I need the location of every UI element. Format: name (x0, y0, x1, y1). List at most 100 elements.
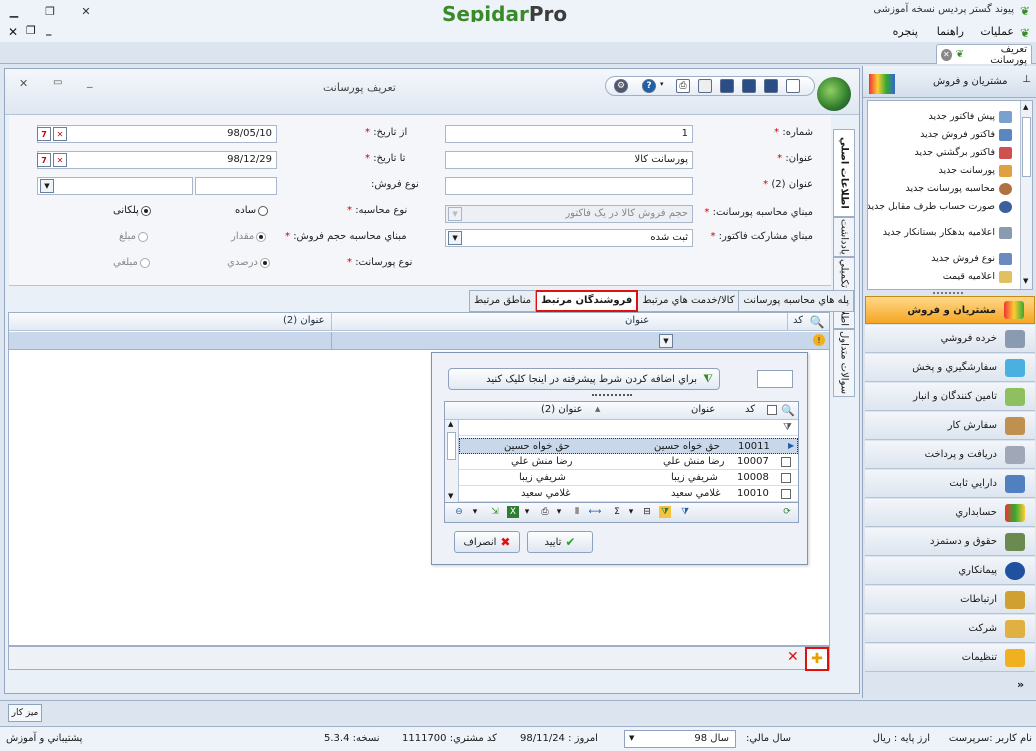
search-icon[interactable]: 🔍 (809, 314, 825, 330)
list-item[interactable]: 10010 غلامي سعيد غلامي سعيد (459, 486, 798, 502)
clear-icon[interactable]: ✕ (53, 127, 67, 141)
module-company[interactable]: شرکت (865, 615, 1035, 643)
sale-type-code-input[interactable] (195, 177, 277, 195)
list-item[interactable]: 10008 شريفي زيبا شريفي زيبا (459, 470, 798, 486)
popup-col-title2[interactable]: عنوان (2) (541, 404, 583, 415)
restore-icon[interactable]: ❐ (42, 4, 58, 18)
close-icon[interactable]: ✕ (78, 4, 94, 18)
scroll-down-icon[interactable]: ▼ (448, 492, 453, 500)
quick-new-debit-credit[interactable]: اعلاميه بدهکار بستانکار جديد (868, 227, 1012, 239)
mdi-minimize-icon[interactable]: _ (46, 23, 52, 36)
advanced-filter-button[interactable]: ⧩ براي اضافه کردن شرط پيشرفته در اينجا ک… (448, 368, 720, 390)
row-checkbox[interactable] (781, 457, 791, 467)
dropdown-icon[interactable]: ▾ (625, 506, 637, 518)
popup-col-title[interactable]: عنوان (691, 404, 715, 415)
module-fixed-assets[interactable]: دارايي ثابت (865, 470, 1035, 498)
print-icon[interactable]: ⎙ (676, 79, 690, 93)
chevron-down-icon[interactable]: ▼ (40, 179, 54, 193)
add-row-icon[interactable]: ✚ (805, 647, 829, 671)
quick-new-sales-invoice[interactable]: فاکتور فروش جديد (868, 129, 1012, 141)
doc-close-icon[interactable]: ✕ (19, 77, 28, 90)
print-icon[interactable]: ⎙ (539, 506, 551, 518)
menu-help[interactable]: راهنما (937, 25, 964, 38)
cancel-button[interactable]: ✖ انصراف (454, 531, 520, 553)
group-icon[interactable]: ⊟ (641, 506, 653, 518)
calendar-icon[interactable]: 7 (37, 127, 51, 141)
tab-related-sellers[interactable]: فروشندگان مرتبط (535, 290, 639, 312)
clear-icon[interactable]: ✕ (53, 153, 67, 167)
fiscal-year-select[interactable]: سال 98 ▼ (624, 730, 736, 748)
list-item[interactable]: 10007 رضا منش علي رضا منش علي (459, 454, 798, 470)
scroll-up-icon[interactable]: ▲ (448, 420, 453, 428)
quick-price-notice[interactable]: اعلاميه قيمت (868, 271, 1012, 283)
module-retail[interactable]: خرده فروشي (865, 325, 1035, 353)
tab-related-items[interactable]: کالا/خدمت هاي مرتبط (637, 290, 740, 312)
filter-icon[interactable]: ⧩ (783, 422, 792, 433)
calendar-icon[interactable]: 7 (37, 153, 51, 167)
side-tab-main-info[interactable]: اطلاعات اصلي (833, 129, 855, 217)
title-input[interactable]: پورسانت کالا (445, 151, 693, 169)
desktop-button[interactable]: ميز کار (8, 704, 42, 722)
expand-icon[interactable]: » (1017, 678, 1024, 691)
splitter[interactable] (933, 292, 963, 295)
side-tab-faq[interactable]: سوالات متداول (833, 329, 855, 397)
filter-row-icon[interactable]: ⧩ (659, 506, 671, 518)
quick-new-sale-type[interactable]: نوع فروش جديد (868, 253, 1012, 265)
commission-amount-radio[interactable]: مبلغي (113, 257, 150, 268)
tab-related-regions[interactable]: مناطق مرتبط (469, 290, 537, 312)
module-settings[interactable]: تنظيمات (865, 644, 1035, 672)
popup-col-code[interactable]: کد (745, 404, 755, 415)
dropdown-icon[interactable]: ▾ (553, 506, 565, 518)
mdi-close-icon[interactable]: ✕ (8, 25, 18, 39)
from-date-input[interactable]: 98/05/10 (37, 125, 277, 143)
quick-new-commission-calc[interactable]: محاسبه پورسانت جديد (868, 183, 1012, 195)
menu-window[interactable]: پنجره (893, 25, 918, 38)
module-accounting[interactable]: حسابداري (865, 499, 1035, 527)
dropdown-icon[interactable]: ▾ (469, 506, 481, 518)
splitter[interactable] (592, 394, 632, 397)
title2-input[interactable] (445, 177, 693, 195)
save-new-icon[interactable] (742, 79, 756, 93)
popup-grid-scrollbar[interactable]: ▲ ▼ (445, 420, 459, 502)
module-ordering[interactable]: سفارشگيري و پخش (865, 354, 1035, 382)
grid-col-title[interactable]: عنوان (625, 315, 649, 326)
scroll-thumb[interactable] (447, 432, 456, 460)
column-chooser-icon[interactable]: ⊖ (453, 506, 465, 518)
grid-col-title2[interactable]: عنوان (2) (283, 315, 325, 326)
to-date-input[interactable]: 98/12/29 (37, 151, 277, 169)
side-tab-notes[interactable]: يادداشت (833, 217, 855, 257)
tab-commission-steps[interactable]: پله هاي محاسبه پورسانت (738, 290, 855, 312)
quick-new-commission[interactable]: پورسانت جديد (868, 165, 1012, 177)
doc-minimize-icon[interactable]: _ (87, 75, 93, 88)
tools-icon[interactable]: ⚙ (614, 79, 628, 93)
copy-icon[interactable] (698, 79, 712, 93)
volume-by-amount-radio[interactable]: مبلغ (119, 231, 149, 242)
sale-type-select[interactable]: ▼ (37, 177, 193, 195)
calc-type-simple-radio[interactable]: ساده (235, 205, 269, 216)
module-work-order[interactable]: سفارش کار (865, 412, 1035, 440)
filter-value-box[interactable] (757, 370, 793, 388)
splitter[interactable] (9, 285, 831, 288)
module-sales[interactable]: مشتريان و فروش (865, 296, 1035, 324)
module-communications[interactable]: ارتباطات (865, 586, 1035, 614)
filter-icon[interactable]: ⧩ (679, 506, 691, 518)
export-icon[interactable]: ⇲ (489, 506, 501, 518)
calc-type-stepped-radio[interactable]: پلکانی (113, 205, 151, 216)
save-icon[interactable] (764, 79, 778, 93)
summary-icon[interactable]: Σ (611, 506, 623, 518)
volume-by-quantity-radio[interactable]: مقدار (231, 231, 267, 242)
module-contracting[interactable]: پيمانکاري (865, 557, 1035, 585)
scroll-thumb[interactable] (1022, 117, 1031, 177)
invoice-share-basis-select[interactable]: ثبت شده ▼ (445, 229, 693, 247)
module-payroll[interactable]: حقوق و دستمزد (865, 528, 1035, 556)
delete-row-icon[interactable]: ✕ (787, 649, 799, 665)
commission-percent-radio[interactable]: درصدي (227, 257, 270, 268)
save-close-icon[interactable] (720, 79, 734, 93)
search-icon[interactable]: 🔍 (781, 404, 795, 417)
table-row[interactable]: ! ▼ (9, 332, 829, 350)
chevron-down-icon[interactable]: ▼ (659, 334, 673, 348)
scroll-down-icon[interactable]: ▼ (1023, 277, 1028, 285)
excel-icon[interactable]: X (507, 506, 519, 518)
dropdown-icon[interactable]: ▾ (521, 506, 533, 518)
refresh-icon[interactable]: ⟳ (781, 506, 793, 518)
